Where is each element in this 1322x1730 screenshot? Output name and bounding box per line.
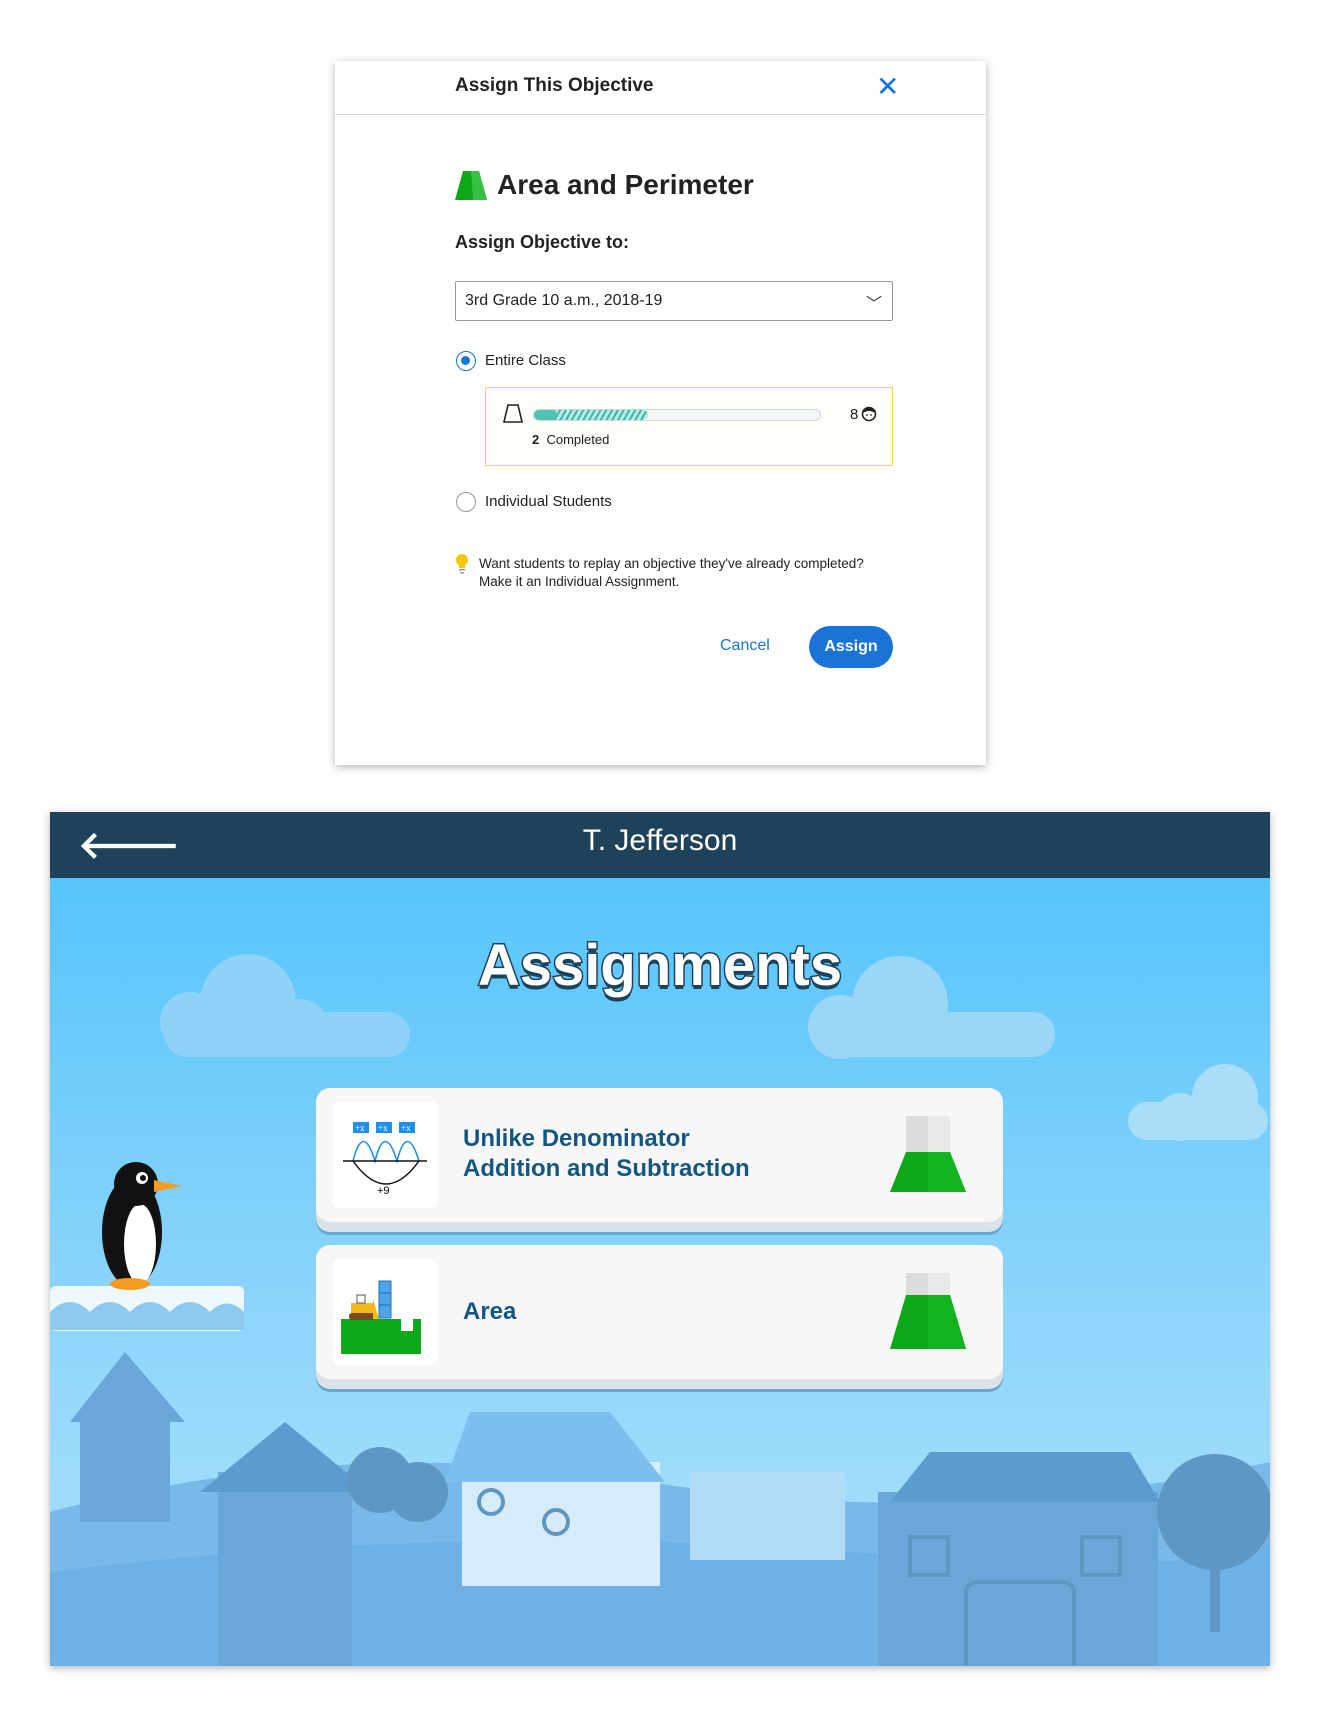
svg-text:+x: +x bbox=[378, 1123, 388, 1133]
replay-hint: Want students to replay an objective the… bbox=[479, 555, 864, 591]
radio-individual-students[interactable] bbox=[456, 492, 476, 512]
assignment-thumbnail bbox=[333, 1259, 438, 1365]
completed-count: 2 bbox=[532, 432, 540, 447]
student-game-screen: T. Jefferson 🡐 Assignments +x +x +x +9 Unl… bbox=[50, 812, 1270, 1666]
chevron-down-icon: ﹀ bbox=[865, 296, 882, 313]
penguin bbox=[102, 1162, 182, 1290]
class-progress-box: 8 2 Completed bbox=[485, 387, 893, 466]
close-icon[interactable]: ✕ bbox=[876, 73, 899, 101]
student-count: 8 bbox=[850, 406, 859, 423]
individual-students-label: Individual Students bbox=[485, 493, 612, 510]
student-face-icon bbox=[861, 406, 877, 422]
assignment-card-area[interactable]: Area bbox=[316, 1245, 1003, 1379]
flask-progress-icon bbox=[890, 1273, 966, 1349]
assignment-thumbnail: +x +x +x +9 bbox=[333, 1102, 438, 1208]
hint-line-2: Make it an Individual Assignment. bbox=[479, 574, 680, 589]
assignments-heading: Assignments bbox=[476, 932, 843, 1000]
flask-outline-icon bbox=[503, 404, 523, 423]
assign-objective-dialog: Assign This Objective ✕ Area and Perimet… bbox=[335, 61, 986, 765]
class-select-value: 3rd Grade 10 a.m., 2018-19 bbox=[465, 292, 663, 309]
progress-completed bbox=[534, 410, 557, 420]
radio-entire-class[interactable] bbox=[456, 351, 476, 371]
assignment-title: Area bbox=[463, 1298, 517, 1325]
assignment-card-unlike-denominator[interactable]: +x +x +x +9 Unlike Denominator Addition and… bbox=[316, 1088, 1003, 1222]
game-header: T. Jefferson 🡐 bbox=[50, 812, 1270, 878]
svg-text:+x: +x bbox=[401, 1123, 411, 1133]
bulldozer-blocks-icon bbox=[341, 1280, 421, 1354]
cancel-button[interactable]: Cancel bbox=[720, 637, 770, 655]
thumb-label: +9 bbox=[377, 1185, 390, 1197]
class-select[interactable]: 3rd Grade 10 a.m., 2018-19 ﹀ bbox=[455, 281, 893, 321]
ice-platform bbox=[50, 1286, 244, 1331]
dialog-header: Assign This Objective ✕ bbox=[335, 61, 986, 115]
assignment-title: Unlike Denominator Addition and Subtracti… bbox=[463, 1125, 750, 1182]
number-line-jumps-icon: +x +x +x +9 bbox=[343, 1122, 427, 1197]
svg-text:+x: +x bbox=[355, 1123, 365, 1133]
back-arrow-icon[interactable]: 🡐 bbox=[78, 822, 180, 868]
student-name: T. Jefferson bbox=[582, 824, 738, 857]
assign-to-label: Assign Objective to: bbox=[455, 232, 630, 252]
cloud-far-right bbox=[1128, 1064, 1268, 1141]
dialog-title: Assign This Objective bbox=[455, 75, 654, 96]
assign-button[interactable]: Assign bbox=[809, 626, 893, 668]
lightbulb-icon bbox=[456, 554, 468, 574]
objective-title: Area and Perimeter bbox=[497, 169, 754, 200]
entire-class-label: Entire Class bbox=[485, 352, 566, 369]
flask-progress-icon bbox=[890, 1116, 966, 1192]
hint-line-1: Want students to replay an objective the… bbox=[479, 556, 864, 571]
flask-icon bbox=[455, 171, 487, 200]
completed-label: Completed bbox=[546, 432, 610, 447]
progress-bar bbox=[533, 409, 821, 421]
